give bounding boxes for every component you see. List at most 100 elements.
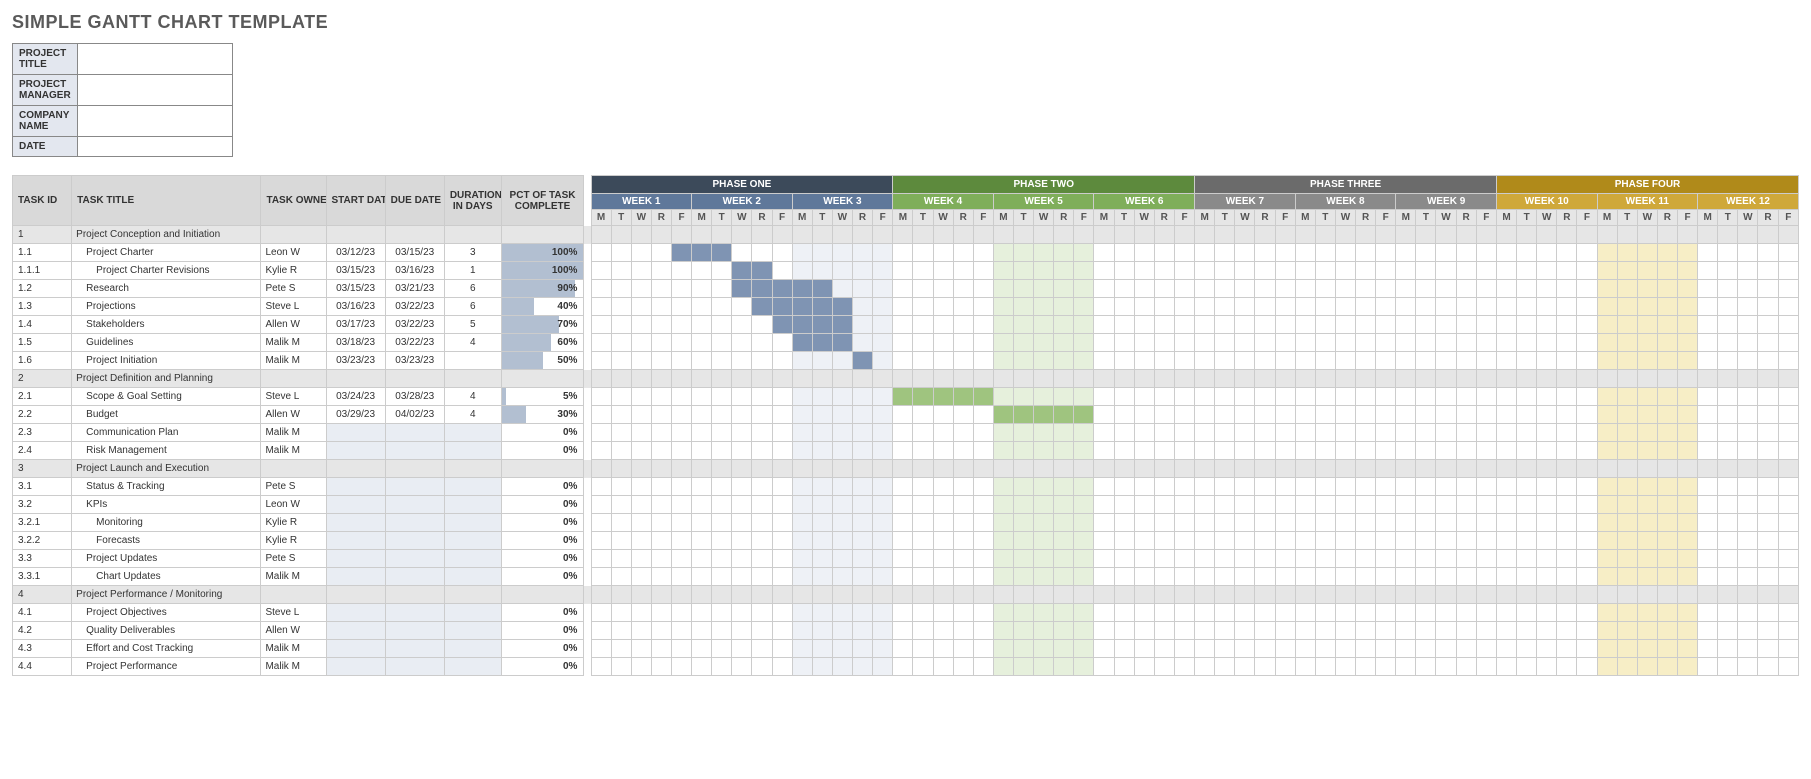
gantt-day-cell[interactable]: [712, 658, 732, 676]
gantt-day-cell[interactable]: [1537, 514, 1557, 532]
gantt-day-cell[interactable]: [1134, 550, 1154, 568]
gantt-day-cell[interactable]: [591, 604, 611, 622]
gantt-day-cell[interactable]: [1476, 640, 1496, 658]
gantt-day-cell[interactable]: [1637, 532, 1657, 550]
gantt-day-cell[interactable]: [792, 262, 812, 280]
gantt-day-cell[interactable]: [873, 640, 893, 658]
gantt-day-cell[interactable]: [832, 388, 852, 406]
gantt-day-cell[interactable]: [1215, 514, 1235, 532]
cell-task-title[interactable]: Project Charter Revisions: [72, 262, 261, 280]
gantt-day-cell[interactable]: [772, 262, 792, 280]
gantt-day-cell[interactable]: [1617, 550, 1637, 568]
gantt-day-cell[interactable]: [1255, 316, 1275, 334]
cell-task-owner[interactable]: Pete S: [261, 478, 326, 496]
cell-start-date[interactable]: [326, 658, 385, 676]
gantt-day-cell[interactable]: [1255, 514, 1275, 532]
gantt-day-cell[interactable]: [1597, 658, 1617, 676]
cell-task-id[interactable]: 2.2: [13, 406, 72, 424]
gantt-day-cell[interactable]: [893, 316, 913, 334]
gantt-day-cell[interactable]: [1456, 280, 1476, 298]
gantt-day-cell[interactable]: [1094, 352, 1114, 370]
gantt-day-cell[interactable]: [1335, 388, 1355, 406]
gantt-day-cell[interactable]: [1718, 388, 1738, 406]
gantt-day-cell[interactable]: [1255, 244, 1275, 262]
gantt-day-cell[interactable]: [1657, 496, 1677, 514]
gantt-day-cell[interactable]: [651, 442, 671, 460]
gantt-day-cell[interactable]: [953, 604, 973, 622]
gantt-day-cell[interactable]: [893, 640, 913, 658]
gantt-day-cell[interactable]: [1517, 244, 1537, 262]
gantt-day-cell[interactable]: [732, 388, 752, 406]
cell-pct-complete[interactable]: 0%: [501, 514, 584, 532]
gantt-day-cell[interactable]: [1738, 568, 1758, 586]
gantt-day-cell[interactable]: [933, 442, 953, 460]
gantt-day-cell[interactable]: [1074, 334, 1094, 352]
gantt-day-cell[interactable]: [1557, 406, 1577, 424]
gantt-day-cell[interactable]: [1657, 262, 1677, 280]
gantt-day-cell[interactable]: [812, 442, 832, 460]
gantt-day-cell[interactable]: [1295, 550, 1315, 568]
gantt-day-cell[interactable]: [1134, 424, 1154, 442]
gantt-day-cell[interactable]: [1034, 424, 1054, 442]
gantt-day-cell[interactable]: [1456, 388, 1476, 406]
gantt-day-cell[interactable]: [651, 658, 671, 676]
gantt-day-cell[interactable]: [993, 424, 1013, 442]
gantt-day-cell[interactable]: [1235, 352, 1255, 370]
gantt-day-cell[interactable]: [993, 478, 1013, 496]
gantt-day-cell[interactable]: [852, 478, 872, 496]
gantt-day-cell[interactable]: [893, 622, 913, 640]
cell-task-id[interactable]: 3.2: [13, 496, 72, 514]
gantt-day-cell[interactable]: [812, 316, 832, 334]
gantt-day-cell[interactable]: [973, 388, 993, 406]
gantt-day-cell[interactable]: [1094, 496, 1114, 514]
gantt-day-cell[interactable]: [852, 388, 872, 406]
gantt-day-cell[interactable]: [1335, 568, 1355, 586]
gantt-day-cell[interactable]: [1637, 550, 1657, 568]
gantt-day-cell[interactable]: [933, 550, 953, 568]
gantt-day-cell[interactable]: [1456, 334, 1476, 352]
cell-pct-complete[interactable]: 5%: [501, 388, 584, 406]
gantt-day-cell[interactable]: [1114, 316, 1134, 334]
cell-due-date[interactable]: [385, 424, 444, 442]
gantt-day-cell[interactable]: [792, 622, 812, 640]
gantt-day-cell[interactable]: [1335, 658, 1355, 676]
gantt-day-cell[interactable]: [732, 406, 752, 424]
gantt-day-cell[interactable]: [1416, 478, 1436, 496]
gantt-day-cell[interactable]: [913, 532, 933, 550]
gantt-day-cell[interactable]: [1698, 640, 1718, 658]
gantt-day-cell[interactable]: [1195, 262, 1215, 280]
gantt-day-cell[interactable]: [973, 316, 993, 334]
gantt-day-cell[interactable]: [772, 406, 792, 424]
gantt-day-cell[interactable]: [1215, 622, 1235, 640]
gantt-day-cell[interactable]: [1617, 298, 1637, 316]
gantt-day-cell[interactable]: [1134, 334, 1154, 352]
gantt-day-cell[interactable]: [1396, 298, 1416, 316]
cell-task-id[interactable]: 1.6: [13, 352, 72, 370]
gantt-day-cell[interactable]: [1476, 496, 1496, 514]
gantt-day-cell[interactable]: [1637, 334, 1657, 352]
gantt-day-cell[interactable]: [812, 388, 832, 406]
gantt-day-cell[interactable]: [1195, 478, 1215, 496]
gantt-day-cell[interactable]: [1275, 442, 1295, 460]
gantt-day-cell[interactable]: [591, 532, 611, 550]
cell-due-date[interactable]: [385, 550, 444, 568]
gantt-day-cell[interactable]: [651, 352, 671, 370]
gantt-day-cell[interactable]: [611, 388, 631, 406]
gantt-day-cell[interactable]: [1295, 280, 1315, 298]
gantt-day-cell[interactable]: [752, 280, 772, 298]
gantt-day-cell[interactable]: [1617, 262, 1637, 280]
cell-due-date[interactable]: 03/15/23: [385, 244, 444, 262]
gantt-day-cell[interactable]: [1416, 658, 1436, 676]
gantt-day-cell[interactable]: [1215, 316, 1235, 334]
gantt-day-cell[interactable]: [1758, 406, 1778, 424]
gantt-day-cell[interactable]: [1335, 604, 1355, 622]
gantt-day-cell[interactable]: [772, 604, 792, 622]
gantt-day-cell[interactable]: [1174, 442, 1194, 460]
gantt-day-cell[interactable]: [1617, 244, 1637, 262]
gantt-day-cell[interactable]: [1315, 316, 1335, 334]
gantt-day-cell[interactable]: [1537, 334, 1557, 352]
cell-pct-complete[interactable]: 0%: [501, 532, 584, 550]
gantt-day-cell[interactable]: [1114, 424, 1134, 442]
gantt-day-cell[interactable]: [591, 316, 611, 334]
gantt-day-cell[interactable]: [1496, 622, 1516, 640]
